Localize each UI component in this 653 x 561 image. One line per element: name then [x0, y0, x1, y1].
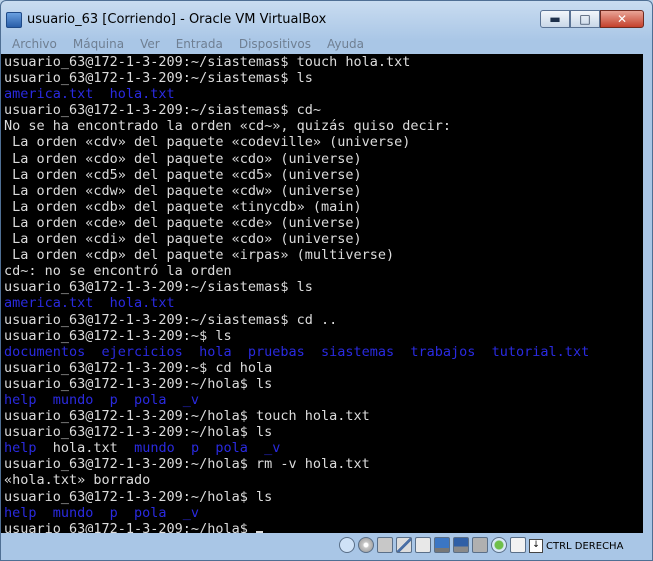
- terminal-line: help mundo p pola _v: [4, 391, 200, 408]
- close-icon: ✕: [616, 12, 628, 26]
- window-title: usuario_63 [Corriendo] - Oracle VM Virtu…: [27, 12, 327, 27]
- terminal-line: help hola.txt mundo p pola _v: [4, 440, 281, 457]
- terminal-line: La orden «cd5» del paquete «cd5» (univer…: [4, 166, 362, 183]
- terminal-line: usuario_63@172-1-3-209:~$ ls: [4, 327, 232, 344]
- terminal-line: cd~: no se encontró la orden: [4, 263, 232, 280]
- host-key-icon[interactable]: [510, 537, 526, 553]
- terminal-line: usuario_63@172-1-3-209:~/siastemas$ cd .…: [4, 311, 338, 328]
- terminal-line: La orden «cdw» del paquete «cdw» (univer…: [4, 182, 362, 199]
- host-key-arrow-icon: ↓: [529, 539, 543, 553]
- terminal-line: La orden «cdi» del paquete «cdo» (univer…: [4, 231, 362, 248]
- close-button[interactable]: ✕: [600, 10, 644, 28]
- terminal-line: usuario_63@172-1-3-209:~/hola$ touch hol…: [4, 408, 370, 425]
- terminal-line: usuario_63@172-1-3-209:~/hola$ rm -v hol…: [4, 456, 370, 473]
- terminal-line: documentos ejercicios hola pruebas siast…: [4, 343, 590, 360]
- virtualbox-app-icon: [6, 12, 22, 28]
- terminal-line: usuario_63@172-1-3-209:~/siastemas$ ls: [4, 70, 313, 87]
- host-key-label: CTRL DERECHA: [546, 541, 624, 552]
- mouse-integration-icon[interactable]: [491, 537, 507, 553]
- virtualbox-window: usuario_63 [Corriendo] - Oracle VM Virtu…: [0, 0, 653, 561]
- host-key-indicator: ↓ CTRL DERECHA: [529, 539, 623, 553]
- video-capture-icon[interactable]: [472, 537, 488, 553]
- terminal-line: usuario_63@172-1-3-209:~/hola$ ls: [4, 488, 273, 505]
- floppy-icon[interactable]: [377, 537, 393, 553]
- terminal-line: usuario_63@172-1-3-209:~/hola$ ls: [4, 424, 273, 441]
- terminal-line: usuario_63@172-1-3-209:~/hola$ ls: [4, 375, 273, 392]
- terminal-line: usuario_63@172-1-3-209:~$ cd hola: [4, 359, 273, 376]
- menu-maquina[interactable]: Máquina: [65, 34, 132, 54]
- terminal-line: La orden «cdo» del paquete «cdo» (univer…: [4, 150, 362, 167]
- terminal-line: help mundo p pola _v: [4, 504, 200, 521]
- menu-entrada[interactable]: Entrada: [168, 34, 231, 54]
- minimize-icon: ▬: [549, 12, 561, 26]
- menu-ayuda[interactable]: Ayuda: [319, 34, 372, 54]
- display-icon[interactable]: [434, 537, 450, 553]
- menu-ver[interactable]: Ver: [132, 34, 168, 54]
- terminal-line: usuario_63@172-1-3-209:~/siastemas$ ls: [4, 279, 313, 296]
- guest-terminal-screen[interactable]: usuario_63@172-1-3-209:~/siastemas$ touc…: [1, 54, 643, 533]
- terminal-line: usuario_63@172-1-3-209:~/hola$: [4, 521, 643, 533]
- shared-folders-icon[interactable]: [415, 537, 431, 553]
- optical-drive-icon[interactable]: [358, 537, 374, 553]
- terminal-line: La orden «cde» del paquete «cde» (univer…: [4, 214, 362, 231]
- menu-bar: Archivo Máquina Ver Entrada Dispositivos…: [1, 34, 652, 54]
- terminal-line: La orden «cdb» del paquete «tinycdb» (ma…: [4, 198, 362, 215]
- hard-disk-icon[interactable]: [339, 537, 355, 553]
- terminal-line: La orden «cdp» del paquete «irpas» (mult…: [4, 247, 395, 264]
- menu-dispositivos[interactable]: Dispositivos: [231, 34, 319, 54]
- network-icon[interactable]: [453, 537, 469, 553]
- terminal-line: america.txt hola.txt: [4, 86, 175, 103]
- maximize-button[interactable]: □: [570, 10, 600, 28]
- terminal-line: america.txt hola.txt: [4, 295, 175, 312]
- menu-archivo[interactable]: Archivo: [4, 34, 65, 54]
- status-bar: ↓ CTRL DERECHA: [1, 533, 652, 560]
- terminal-line: No se ha encontrado la orden «cd~», quiz…: [4, 118, 452, 135]
- terminal-line: «hola.txt» borrado: [4, 472, 151, 489]
- minimize-button[interactable]: ▬: [540, 10, 570, 28]
- usb-icon[interactable]: [396, 537, 412, 553]
- terminal-line: La orden «cdv» del paquete «codeville» (…: [4, 134, 411, 151]
- device-status-icons: [339, 537, 526, 553]
- window-controls: ▬ □ ✕: [540, 10, 644, 28]
- maximize-icon: □: [579, 12, 591, 26]
- terminal-line: usuario_63@172-1-3-209:~/siastemas$ touc…: [4, 54, 411, 70]
- terminal-line: usuario_63@172-1-3-209:~/siastemas$ cd~: [4, 102, 321, 119]
- title-bar[interactable]: usuario_63 [Corriendo] - Oracle VM Virtu…: [1, 1, 652, 35]
